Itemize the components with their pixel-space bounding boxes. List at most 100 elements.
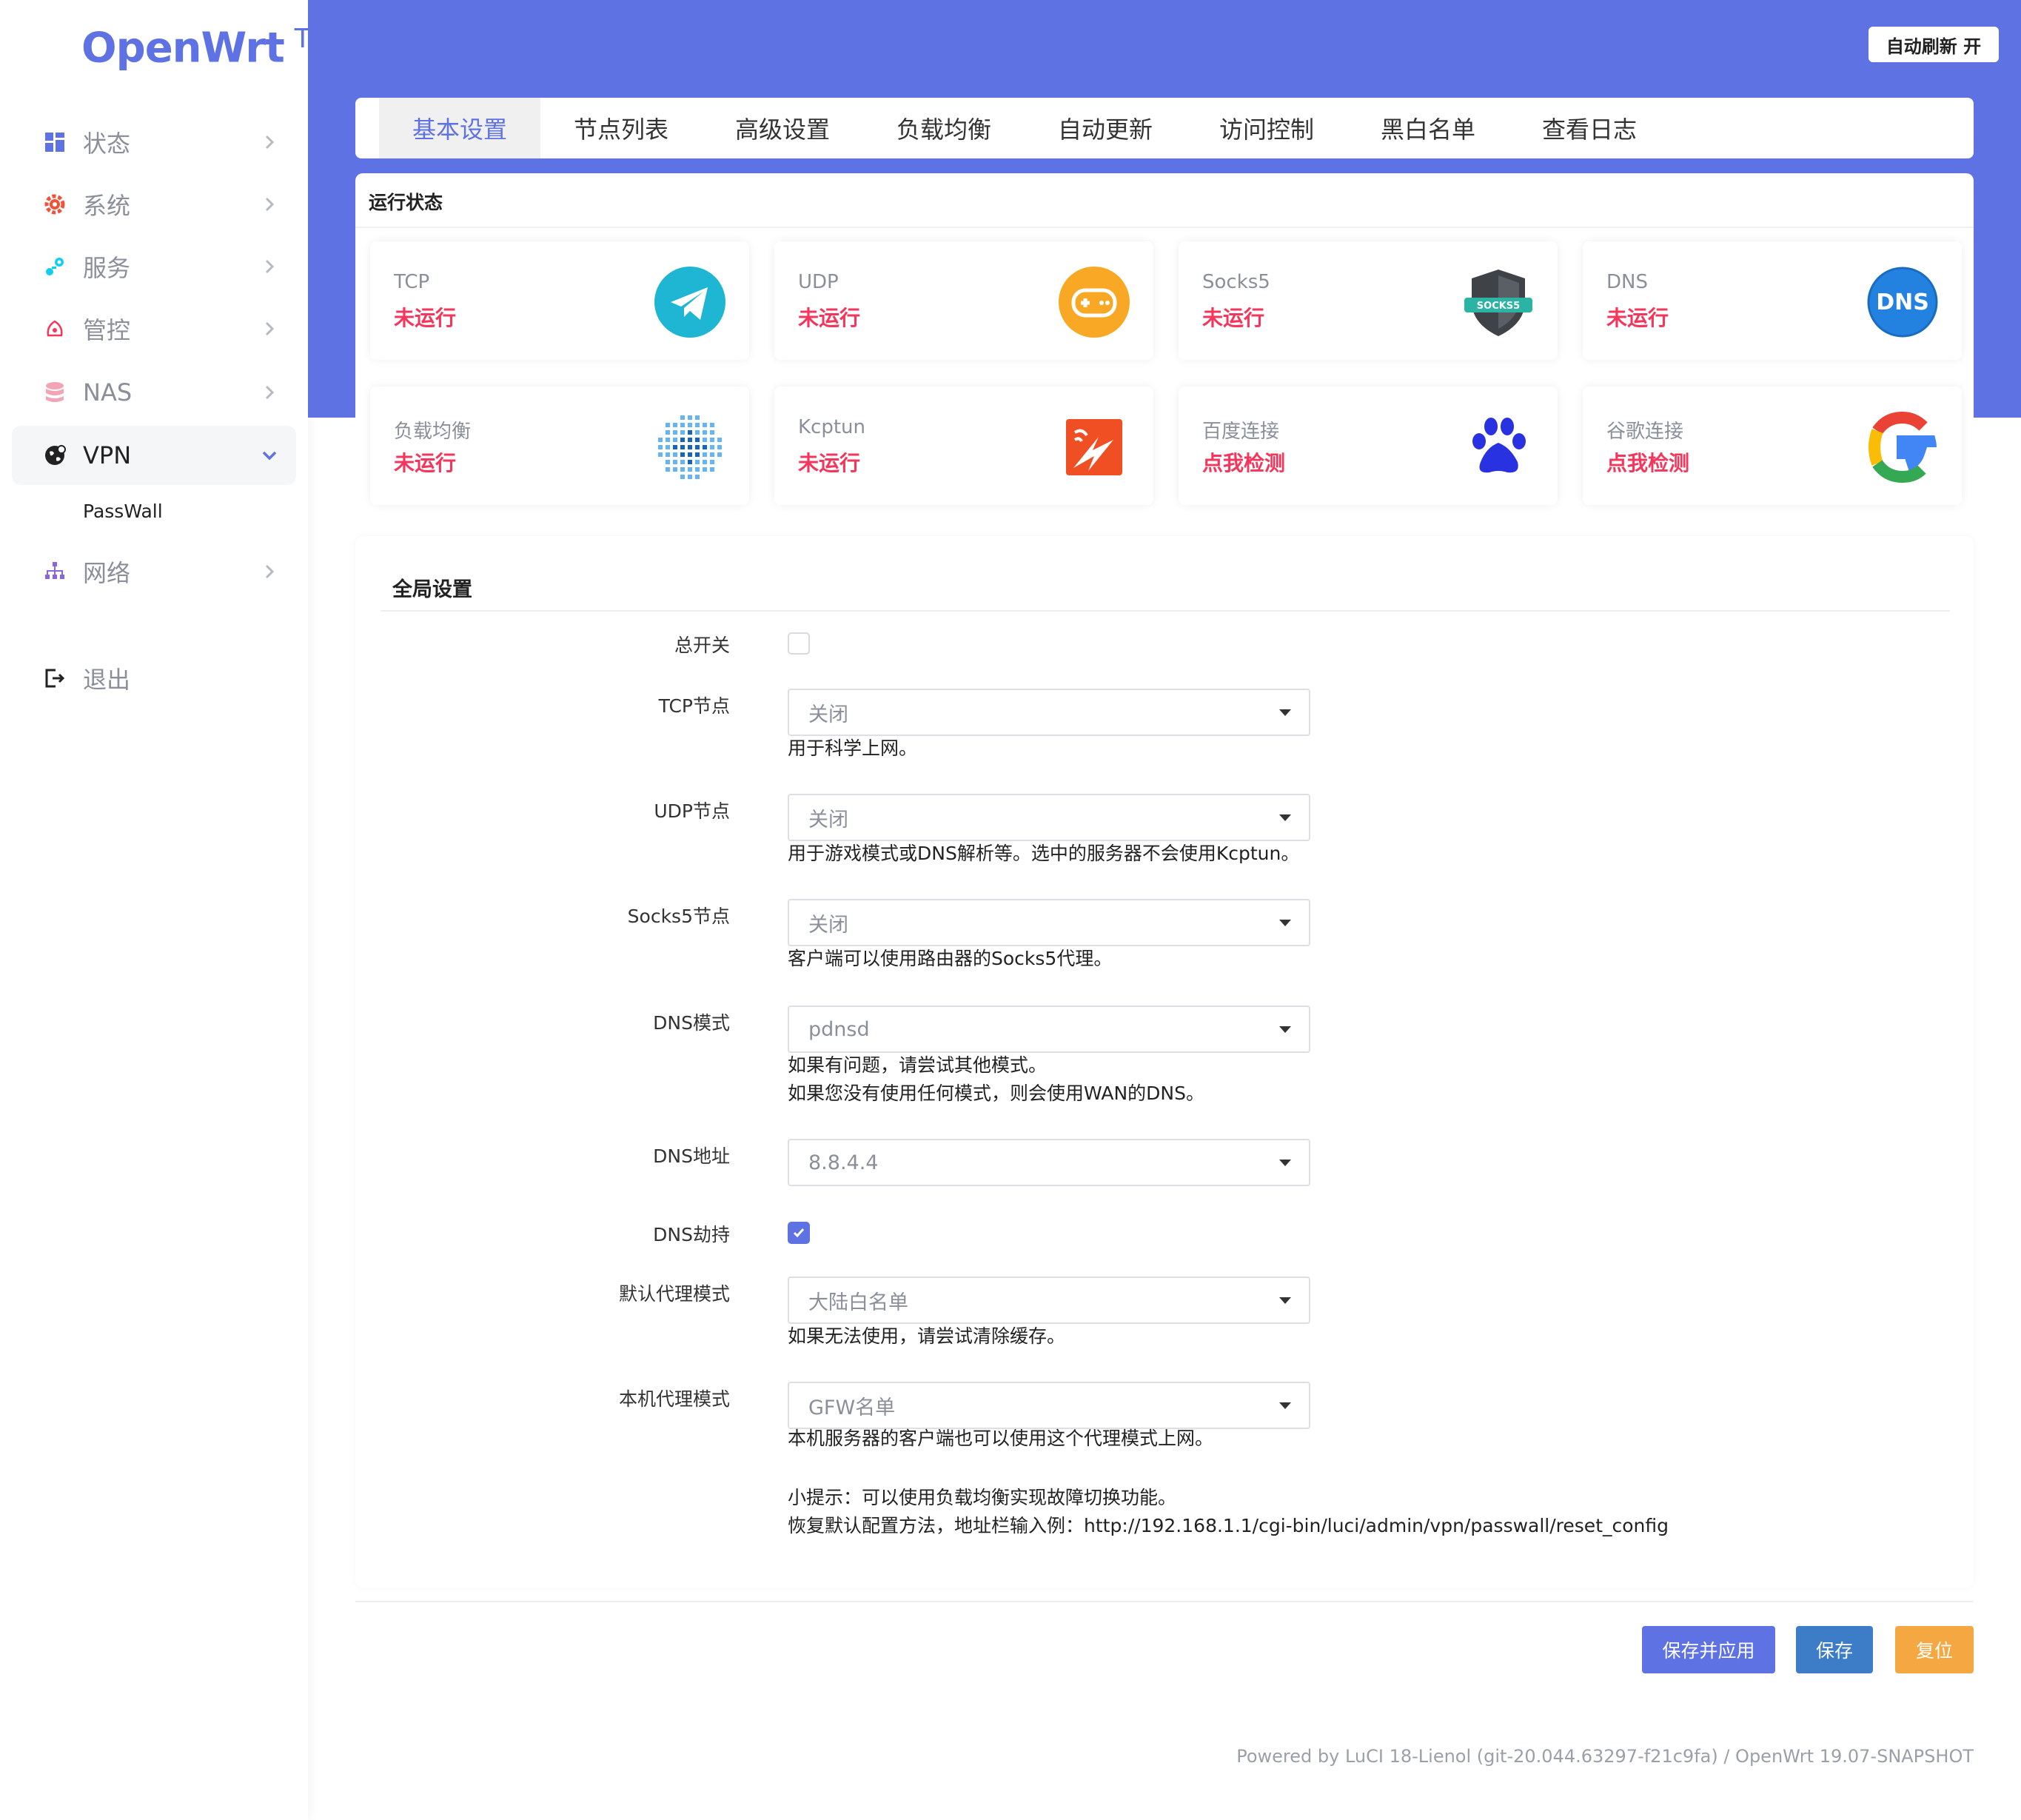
services-icon (43, 255, 67, 278)
network-icon (43, 560, 67, 583)
sidebar-item-status[interactable]: 状态 (12, 113, 296, 172)
caret-down-icon (1279, 920, 1291, 926)
status-panel: 运行状态 TCP 未运行 UDP 未运行 Socks5 未运行 SOCKS5 D… (355, 173, 1974, 521)
chevron-down-icon (262, 451, 277, 461)
sidebar-item-system[interactable]: 系统 (12, 175, 296, 234)
card-state: 未运行 (798, 306, 861, 330)
caret-down-icon (1279, 1402, 1291, 1409)
select-value: 关闭 (808, 703, 848, 726)
card-name: TCP (394, 271, 430, 293)
svg-text:DNS: DNS (1876, 290, 1929, 315)
card-state: 未运行 (394, 306, 457, 330)
tab-view-log[interactable]: 查看日志 (1509, 98, 1670, 158)
section-title: 全局设置 (392, 578, 472, 601)
divider (355, 227, 1974, 228)
sidebar-item-label: 退出 (83, 666, 131, 694)
kcptun-icon (1066, 419, 1122, 475)
caret-down-icon (1279, 1160, 1291, 1166)
sidebar-item-logout[interactable]: 退出 (12, 649, 296, 708)
dns-address-select[interactable]: 8.8.4.4 (788, 1139, 1310, 1186)
main-switch-checkbox[interactable] (788, 632, 810, 655)
udp-node-label: UDP节点 (654, 800, 730, 822)
card-state: 未运行 (1606, 306, 1669, 330)
auto-refresh-button[interactable]: 自动刷新 开 (1868, 27, 1999, 62)
chevron-right-icon (265, 564, 275, 579)
default-proxy-hint: 如果无法使用，请尝试清除缓存。 (788, 1325, 1066, 1347)
checkmark-icon (793, 1228, 805, 1238)
sidebar-item-network[interactable]: 网络 (12, 542, 296, 601)
sidebar-item-control[interactable]: 管控 (12, 299, 296, 358)
divider (381, 610, 1950, 612)
dns-badge-icon: DNS (1867, 267, 1938, 338)
save-and-apply-button[interactable]: 保存并应用 (1642, 1626, 1775, 1673)
dns-mode-select[interactable]: pdnsd (788, 1006, 1310, 1053)
socks5-node-hint: 客户端可以使用路由器的Socks5代理。 (788, 948, 1113, 969)
load-balance-dots-icon (658, 415, 722, 479)
sidebar: OpenWrtTM 状态 系统 服务 管控 NAS (0, 0, 333, 1820)
card-state: 未运行 (1202, 306, 1265, 330)
reset-button[interactable]: 复位 (1895, 1626, 1974, 1673)
sidebar-item-vpn[interactable]: VPN (12, 426, 296, 485)
chevron-right-icon (265, 385, 275, 400)
socks5-shield-icon: SOCKS5 (1464, 270, 1532, 336)
tab-node-list[interactable]: 节点列表 (540, 98, 702, 158)
baidu-paw-icon (1472, 418, 1526, 473)
sidebar-item-label: 管控 (83, 316, 131, 344)
socks5-node-select[interactable]: 关闭 (788, 899, 1310, 946)
tcp-node-hint: 用于科学上网。 (788, 737, 918, 759)
dns-hijack-label: DNS劫持 (653, 1224, 730, 1245)
divider (355, 1601, 1974, 1602)
status-card-dns: DNS 未运行 DNS (1583, 241, 1962, 360)
local-proxy-select[interactable]: GFW名单 (788, 1382, 1310, 1429)
status-card-tcp: TCP 未运行 (370, 241, 749, 360)
dns-hijack-checkbox[interactable] (788, 1222, 810, 1244)
select-value: pdnsd (808, 1017, 870, 1041)
sidebar-item-label: 服务 (83, 254, 131, 282)
logout-icon (43, 666, 67, 690)
sidebar-item-services[interactable]: 服务 (12, 237, 296, 296)
select-value: 8.8.4.4 (808, 1151, 879, 1174)
card-state: 未运行 (394, 451, 457, 475)
select-value: GFW名单 (808, 1396, 896, 1419)
openwrt-logo[interactable]: OpenWrtTM (81, 24, 333, 73)
save-button[interactable]: 保存 (1796, 1626, 1873, 1673)
status-card-udp: UDP 未运行 (774, 241, 1153, 360)
sidebar-subitem-passwall[interactable]: PassWall (83, 501, 163, 522)
caret-down-icon (1279, 709, 1291, 716)
card-state: 点我检测 (1606, 451, 1690, 475)
dns-mode-hint-1: 如果有问题，请尝试其他模式。 (788, 1054, 1048, 1076)
chevron-right-icon (265, 259, 275, 274)
tab-access-control[interactable]: 访问控制 (1186, 98, 1347, 158)
sidebar-item-nas[interactable]: NAS (12, 363, 296, 422)
status-title: 运行状态 (369, 192, 443, 213)
tab-auto-update[interactable]: 自动更新 (1025, 98, 1186, 158)
tab-basic-settings[interactable]: 基本设置 (379, 98, 540, 158)
status-card-socks5: Socks5 未运行 SOCKS5 (1179, 241, 1558, 360)
tab-load-balance[interactable]: 负载均衡 (863, 98, 1025, 158)
globe-icon (43, 444, 67, 467)
card-name: 负载均衡 (394, 421, 472, 443)
tip-load-balance: 小提示：可以使用负载均衡实现故障切换功能。 (788, 1487, 1177, 1508)
card-name: 百度连接 (1202, 421, 1280, 443)
chevron-right-icon (265, 197, 275, 212)
card-state: 点我检测 (1202, 451, 1286, 475)
select-value: 关闭 (808, 808, 848, 832)
tcp-node-label: TCP节点 (658, 695, 730, 717)
gamepad-icon (1059, 267, 1130, 338)
tcp-node-select[interactable]: 关闭 (788, 689, 1310, 736)
caret-down-icon (1279, 814, 1291, 821)
select-value: 关闭 (808, 913, 848, 937)
svg-text:SOCKS5: SOCKS5 (1477, 301, 1520, 312)
sidebar-item-label: 状态 (83, 130, 131, 158)
dns-address-label: DNS地址 (653, 1145, 730, 1167)
tab-black-white-list[interactable]: 黑白名单 (1347, 98, 1509, 158)
udp-node-select[interactable]: 关闭 (788, 794, 1310, 841)
chevron-right-icon (265, 321, 275, 336)
status-card-baidu: 百度连接 点我检测 (1179, 387, 1558, 505)
default-proxy-select[interactable]: 大陆白名单 (788, 1277, 1310, 1324)
card-name: UDP (798, 271, 839, 293)
sidebar-item-label: 网络 (83, 559, 131, 587)
tab-advanced-settings[interactable]: 高级设置 (702, 98, 863, 158)
status-card-google: 谷歌连接 点我检测 (1583, 387, 1962, 505)
status-card-kcptun: Kcptun 未运行 (774, 387, 1153, 505)
